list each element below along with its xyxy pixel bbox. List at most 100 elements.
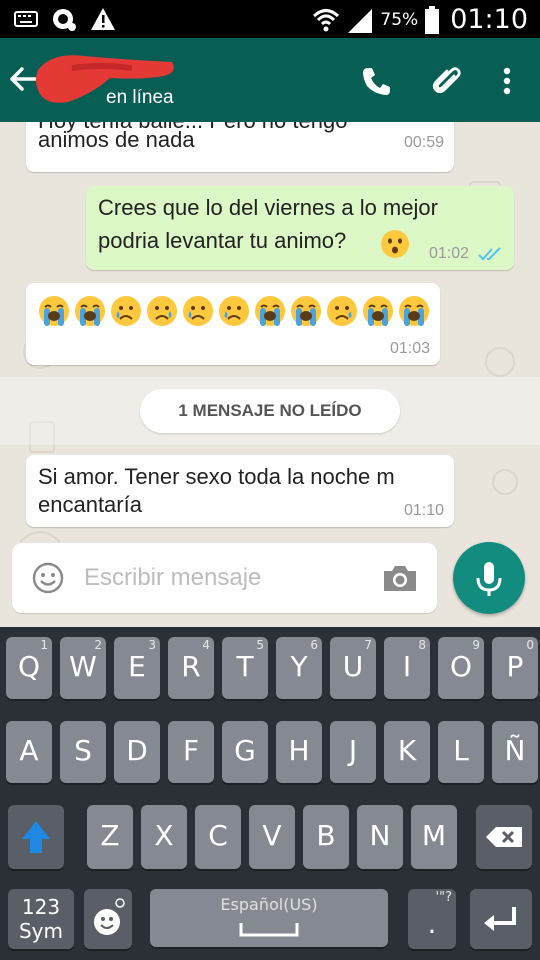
key-label: J xyxy=(348,734,358,767)
unread-badge: 1 MENSAJE NO LEÍDO xyxy=(140,389,400,433)
punctuation-key[interactable]: '"? . xyxy=(408,889,456,949)
key-l[interactable]: L xyxy=(438,721,484,783)
key-label: D xyxy=(126,734,148,767)
key-g[interactable]: G xyxy=(222,721,268,783)
key-w[interactable]: W2 xyxy=(60,637,106,699)
key-label: G xyxy=(234,734,256,767)
key-label: Q xyxy=(17,650,41,683)
key-h[interactable]: H xyxy=(276,721,322,783)
message-incoming[interactable]: Si amor. Tener sexo toda la noche m enca… xyxy=(26,455,454,527)
key-a[interactable]: A xyxy=(6,721,52,783)
key-m[interactable]: M xyxy=(411,805,457,869)
phone-icon[interactable] xyxy=(360,64,394,98)
key-hint: 0 xyxy=(526,638,534,652)
key-c[interactable]: C xyxy=(195,805,241,869)
key-d[interactable]: D xyxy=(114,721,160,783)
emoji-key[interactable] xyxy=(84,889,132,949)
key-label: E xyxy=(128,650,146,683)
keyboard-icon xyxy=(14,11,38,27)
message-text: podria levantar tu animo? xyxy=(98,228,347,253)
key-label: R xyxy=(181,650,201,683)
battery-icon xyxy=(425,5,440,34)
space-key[interactable]: Español(US) xyxy=(150,889,388,947)
message-incoming[interactable]: 01:03 xyxy=(26,283,440,365)
key-label: H xyxy=(288,734,310,767)
message-incoming[interactable]: Hoy tenía baile... Pero no tengo animos … xyxy=(26,122,454,172)
loudly-crying-emoji xyxy=(362,295,394,332)
mic-button[interactable] xyxy=(453,542,525,614)
key-label: C xyxy=(208,819,228,852)
message-input[interactable] xyxy=(84,557,364,599)
warning-icon xyxy=(91,8,115,30)
backspace-key[interactable] xyxy=(476,805,532,869)
key-j[interactable]: J xyxy=(330,721,376,783)
key-p[interactable]: P0 xyxy=(492,637,538,699)
key-b[interactable]: B xyxy=(303,805,349,869)
key-o[interactable]: O9 xyxy=(438,637,484,699)
space-label: Español(US) xyxy=(220,895,318,914)
key-e[interactable]: E3 xyxy=(114,637,160,699)
message-composer xyxy=(12,543,437,613)
loudly-crying-emoji xyxy=(398,295,430,332)
key-u[interactable]: U7 xyxy=(330,637,376,699)
key-hint: 7 xyxy=(364,638,372,652)
sad-tear-emoji xyxy=(146,295,178,332)
message-time: 01:03 xyxy=(389,340,430,357)
key-t[interactable]: T5 xyxy=(222,637,268,699)
backspace-icon xyxy=(486,827,522,847)
loudly-crying-emoji xyxy=(38,295,70,332)
key-label: O xyxy=(449,650,473,683)
key-q[interactable]: Q1 xyxy=(6,637,52,699)
key-v[interactable]: V xyxy=(249,805,295,869)
key-f[interactable]: F xyxy=(168,721,214,783)
space-bar-icon xyxy=(239,923,299,937)
emoji-icon[interactable] xyxy=(32,562,64,594)
chat-header: en línea xyxy=(0,38,540,122)
key-y[interactable]: Y6 xyxy=(276,637,322,699)
key-label: T xyxy=(236,650,254,683)
message-time: 00:59 xyxy=(403,134,444,151)
camera-icon[interactable] xyxy=(382,563,418,593)
key-label: F xyxy=(182,734,200,767)
key-z[interactable]: Z xyxy=(87,805,133,869)
key-k[interactable]: K xyxy=(384,721,430,783)
loudly-crying-emoji xyxy=(74,295,106,332)
key-label: I xyxy=(402,650,412,683)
key-label: M xyxy=(421,819,447,852)
crying-emoji xyxy=(110,295,142,332)
clock: 01:10 xyxy=(450,4,528,35)
crying-emoji xyxy=(182,295,214,332)
key-i[interactable]: I8 xyxy=(384,637,430,699)
hushed-face-emoji xyxy=(381,230,409,258)
more-icon[interactable] xyxy=(490,64,524,98)
key-label: Ñ xyxy=(504,734,526,767)
key-label: X xyxy=(154,819,174,852)
key-r[interactable]: R4 xyxy=(168,637,214,699)
emoji-key-icon xyxy=(94,898,125,935)
sync-icon xyxy=(53,9,76,31)
key-label: P xyxy=(506,650,524,683)
message-text: encantaría xyxy=(38,492,142,517)
symbols-key[interactable]: 123 Sym xyxy=(8,889,74,949)
message-time: 01:10 xyxy=(403,502,444,519)
shift-icon xyxy=(22,821,50,853)
key-hint: 8 xyxy=(418,638,426,652)
shift-key[interactable] xyxy=(8,805,64,869)
key-hint: 4 xyxy=(202,638,210,652)
key-n[interactable]: N xyxy=(357,805,403,869)
status-bar: 75% 01:10 xyxy=(0,0,540,38)
key-x[interactable]: X xyxy=(141,805,187,869)
attach-icon[interactable] xyxy=(430,64,464,98)
key-label: N xyxy=(369,819,391,852)
key-hint: 1 xyxy=(40,638,48,652)
key-label: W xyxy=(69,650,97,683)
enter-icon xyxy=(484,907,516,931)
message-outgoing[interactable]: Crees que lo del viernes a lo mejor podr… xyxy=(86,186,514,270)
sad-tear-emoji xyxy=(326,295,358,332)
key-ñ[interactable]: Ñ xyxy=(492,721,538,783)
key-label: S xyxy=(74,734,92,767)
key-s[interactable]: S xyxy=(60,721,106,783)
enter-key[interactable] xyxy=(470,889,532,949)
loudly-crying-emoji xyxy=(254,295,286,332)
contact-status: en línea xyxy=(106,87,174,108)
